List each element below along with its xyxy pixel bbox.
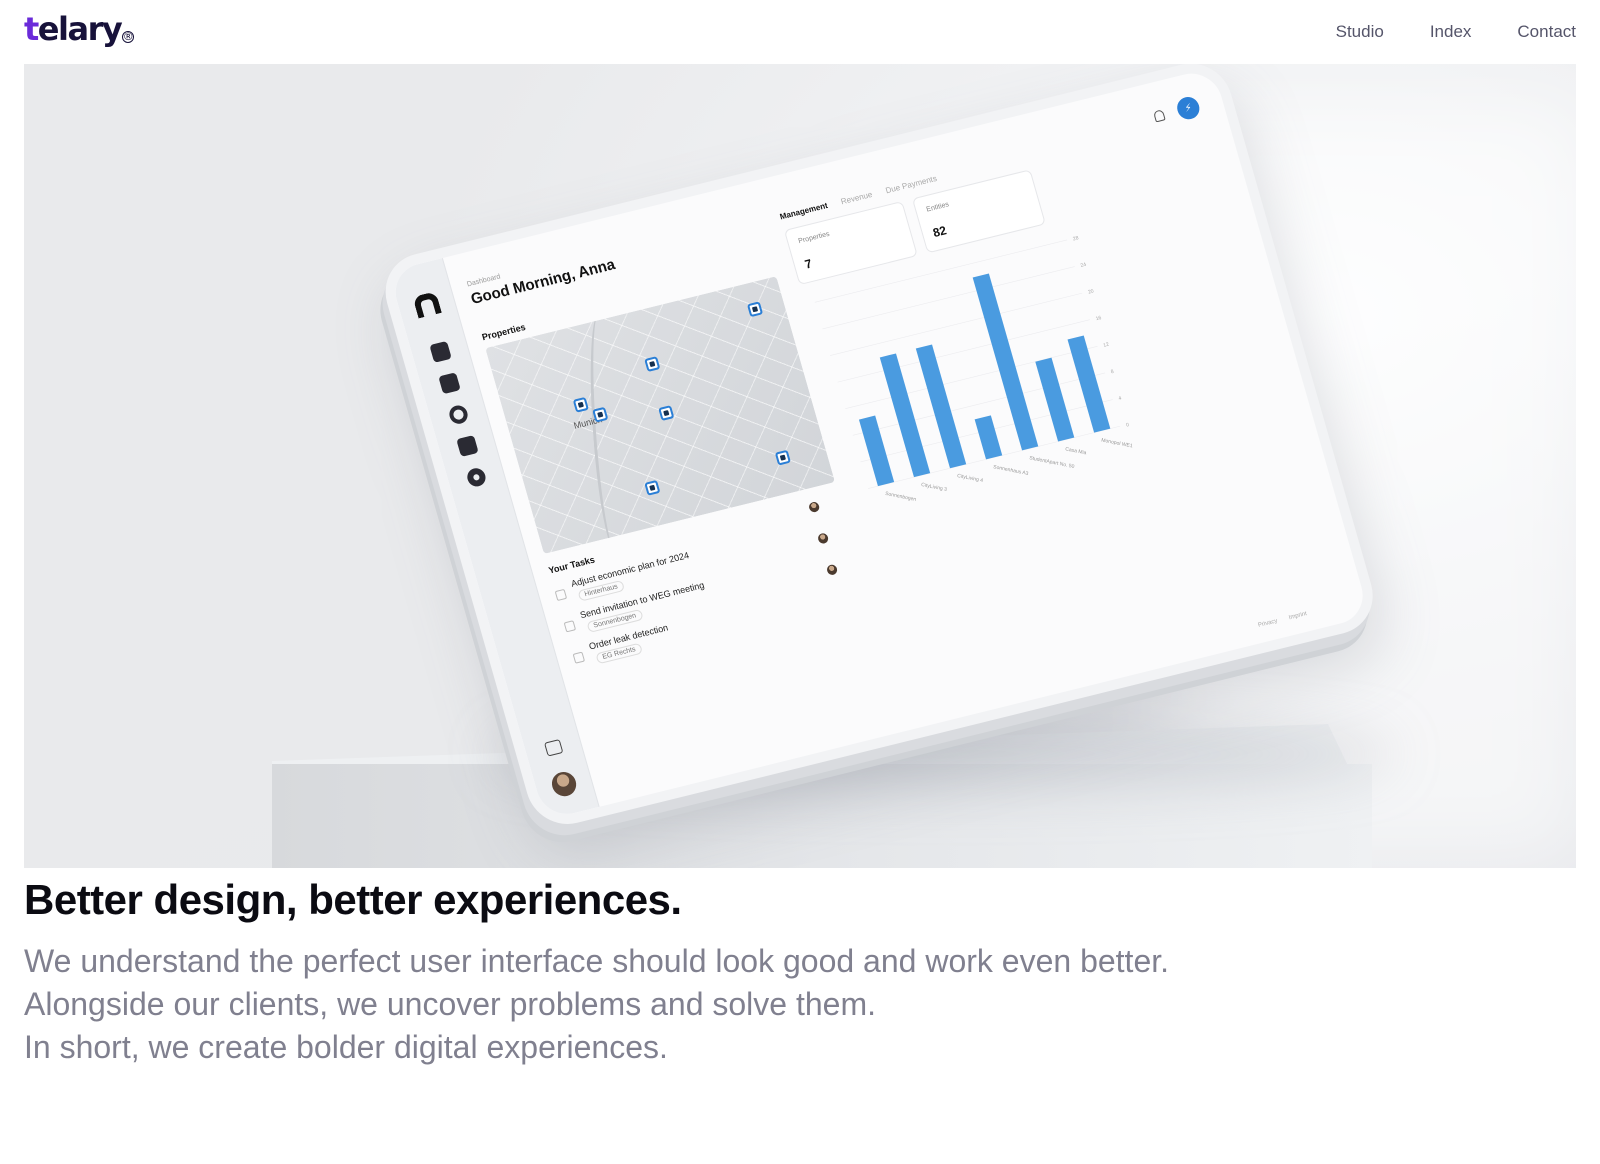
- bell-icon: [1152, 108, 1166, 122]
- top-bar-icons: ⚡: [1151, 94, 1203, 128]
- y-tick-label: 20: [1088, 288, 1095, 295]
- assignee-avatar: [807, 501, 821, 514]
- task-checkbox: [572, 651, 586, 664]
- tablet-mockup: Dashboard Good Morning, Anna Properties …: [24, 64, 1576, 868]
- logo-letter-t: t: [24, 10, 39, 48]
- x-tick-label: Sonnenhaus A3: [993, 464, 1029, 477]
- y-tick-label: 24: [1080, 262, 1087, 269]
- chart-bar: [974, 415, 1003, 460]
- app-footer: Privacy Imprint: [1257, 611, 1307, 629]
- action-button-icon: ⚡: [1174, 94, 1203, 122]
- assignee-avatar: [825, 563, 839, 576]
- app-logo-icon: [412, 291, 442, 319]
- map-pin-icon: [658, 405, 675, 421]
- stat-value: 7: [803, 256, 814, 272]
- people-icon: [438, 372, 461, 395]
- x-tick-label: Casa Mia: [1065, 446, 1087, 456]
- registered-mark-icon: ®: [122, 30, 135, 43]
- nav-link-index[interactable]: Index: [1430, 22, 1472, 42]
- body-line: In short, we create bolder digital exper…: [24, 1029, 668, 1065]
- inbox-icon: [543, 739, 564, 757]
- y-tick-label: 16: [1095, 315, 1102, 322]
- properties-map: Munich: [485, 276, 836, 554]
- chart-circle-icon: [447, 403, 470, 426]
- gridline: [822, 266, 1075, 330]
- user-avatar: [549, 769, 580, 799]
- tablet-screen: Dashboard Good Morning, Anna Properties …: [376, 64, 1383, 833]
- units-bar-chart: 0 4 8 12 16 20 24 28 Sonnenbogen CityLiving 3 City…: [802, 223, 1166, 550]
- map-pin-icon: [746, 301, 764, 318]
- hero-image: Dashboard Good Morning, Anna Properties …: [24, 64, 1576, 868]
- nav-link-contact[interactable]: Contact: [1517, 22, 1576, 42]
- body-line: We understand the perfect user interface…: [24, 943, 1170, 979]
- main-nav: Studio Index Contact: [1336, 22, 1576, 42]
- gridline: [829, 292, 1083, 356]
- x-tick-label: StudentApart No. 50: [1029, 455, 1075, 470]
- footer-link-imprint: Imprint: [1288, 611, 1308, 622]
- y-tick-label: 4: [1118, 395, 1123, 402]
- x-tick-label: CityLiving 4: [957, 473, 984, 484]
- map-pin-icon: [644, 479, 661, 496]
- tab-revenue: Revenue: [839, 189, 874, 207]
- chart-bar: [1067, 335, 1111, 433]
- section-body: We understand the perfect user interface…: [24, 940, 1424, 1069]
- footer-link-privacy: Privacy: [1257, 618, 1279, 629]
- assignee-avatar: [816, 532, 830, 545]
- x-tick-label: CityLiving 3: [921, 482, 948, 493]
- bar-chart-svg: 0 4 8 12 16 20 24 28 Sonnenbogen CityLiving 3 City…: [814, 235, 1133, 503]
- building-icon: [429, 340, 452, 363]
- nav-link-studio[interactable]: Studio: [1336, 22, 1384, 42]
- y-tick-label: 8: [1110, 369, 1115, 376]
- gear-icon: [465, 466, 488, 489]
- stat-label: Entities: [925, 201, 950, 214]
- stat-value: 82: [931, 223, 949, 241]
- map-pin-icon: [644, 356, 661, 372]
- body-line: Alongside our clients, we uncover proble…: [24, 986, 876, 1022]
- section-headline: Better design, better experiences.: [24, 876, 682, 923]
- y-tick-label: 0: [1126, 422, 1131, 429]
- tab-due-payments: Due Payments: [884, 173, 938, 196]
- stat-label: Properties: [797, 230, 831, 246]
- x-tick-label: Monopol WE1: [1101, 437, 1133, 449]
- tab-management: Management: [778, 200, 829, 222]
- site-header: t elary ® Studio Index Contact: [0, 0, 1600, 64]
- y-tick-label: 28: [1072, 235, 1079, 242]
- chart-bar: [1035, 357, 1075, 442]
- map-pin-icon: [572, 396, 589, 413]
- logo-rest: elary: [37, 10, 123, 48]
- x-tick-label: Sonnenbogen: [885, 491, 917, 503]
- map-pin-icon: [774, 449, 792, 466]
- document-icon: [456, 435, 479, 457]
- task-checkbox: [554, 588, 568, 602]
- brand-logo[interactable]: t elary ®: [24, 10, 135, 48]
- tasks-title: Your Tasks: [547, 554, 596, 576]
- y-tick-label: 12: [1103, 342, 1110, 349]
- map-river: [584, 311, 632, 554]
- task-checkbox: [563, 620, 577, 633]
